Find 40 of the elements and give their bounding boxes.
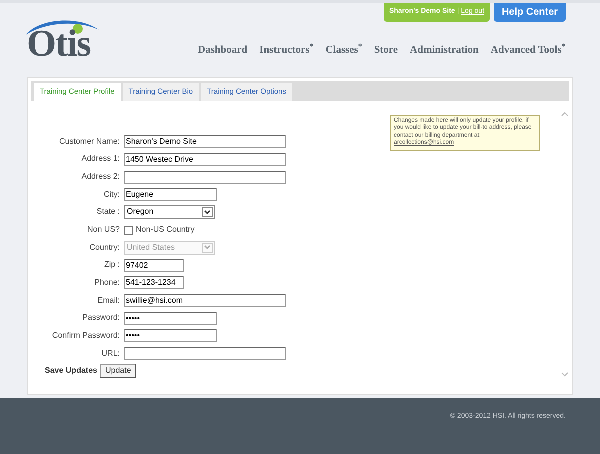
field-label: Phone: bbox=[94, 276, 121, 289]
input-field[interactable] bbox=[124, 170, 286, 184]
logo-wordmark: Otis bbox=[27, 24, 91, 64]
select-field[interactable]: Oregon bbox=[124, 205, 215, 220]
nav-link[interactable]: Administration bbox=[410, 43, 479, 59]
input-field[interactable]: 97402 bbox=[124, 258, 184, 272]
nav-link[interactable]: Advanced Tools$^{*}$ bbox=[490, 43, 566, 59]
checkbox[interactable] bbox=[124, 226, 133, 235]
nav-link[interactable]: Dashboard bbox=[198, 43, 248, 59]
input-field[interactable]: 541-123-1234 bbox=[124, 276, 184, 290]
scroll-down-icon bbox=[561, 372, 569, 378]
field-label: City: bbox=[103, 188, 121, 201]
field-label: State : bbox=[96, 206, 121, 218]
checkbox-label: Non-US Country bbox=[136, 224, 195, 236]
input-field[interactable]: 1450 Westec Drive bbox=[124, 152, 286, 166]
input-field[interactable]: swillie@hsi.com bbox=[124, 294, 286, 308]
password-field[interactable]: ••••• bbox=[124, 312, 217, 325]
input-field[interactable]: Eugene bbox=[124, 188, 217, 202]
nav-link[interactable]: Classes$^{*}$ bbox=[326, 43, 362, 59]
field-label: URL: bbox=[100, 348, 121, 360]
dropdown-icon bbox=[202, 207, 213, 218]
input-field[interactable]: Sharon's Demo Site bbox=[124, 135, 286, 148]
password-field[interactable]: ••••• bbox=[124, 329, 217, 342]
nav-link[interactable]: Store bbox=[374, 43, 398, 59]
scroll-up-icon bbox=[561, 111, 569, 117]
field-label: Password: bbox=[82, 312, 121, 324]
help-center-button[interactable]: Help Center bbox=[494, 3, 566, 22]
field-label: Email: bbox=[96, 294, 121, 307]
dropdown-icon bbox=[202, 242, 213, 253]
save-label: Save Updates bbox=[45, 365, 98, 378]
update-button[interactable]: Update bbox=[100, 364, 136, 378]
field-label: Address 2: bbox=[80, 171, 121, 184]
field-label: Non US? bbox=[86, 224, 121, 236]
field-label: Confirm Password: bbox=[51, 330, 121, 342]
nav-link[interactable]: Instructors$^{*}$ bbox=[260, 43, 314, 59]
field-label: Address 1: bbox=[80, 153, 121, 166]
field-label: Zip : bbox=[103, 259, 121, 272]
input-field[interactable] bbox=[124, 347, 286, 360]
field-label: Customer Name: bbox=[58, 136, 121, 148]
field-label: Country: bbox=[88, 242, 121, 254]
